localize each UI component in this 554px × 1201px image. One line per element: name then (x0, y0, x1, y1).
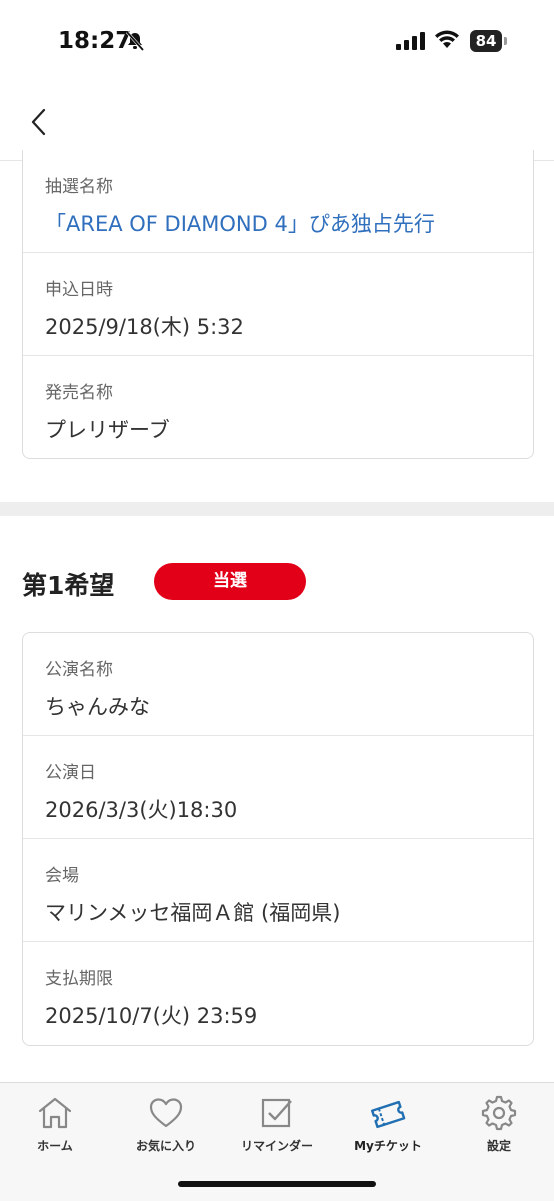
lottery-name-label: 抽選名称 (45, 177, 113, 197)
wifi-icon (434, 30, 460, 54)
battery-tip (504, 37, 507, 45)
tab-settings-label: 設定 (486, 1139, 511, 1153)
ticket-icon (371, 1100, 406, 1129)
sale-name-label: 発売名称 (45, 383, 113, 403)
choice-title: 第1希望 (22, 571, 115, 600)
application-date-row: 申込日時 2025/9/18(木) 5:32 (23, 253, 533, 356)
tab-reminder[interactable]: リマインダー (222, 1095, 332, 1155)
tab-home[interactable]: ホーム (0, 1095, 110, 1155)
tab-favorites-label: お気に入り (135, 1139, 196, 1153)
payment-deadline-row: 支払期限 2025/10/7(火) 23:59 (23, 942, 533, 1044)
performance-name-row: 公演名称 ちゃんみな (23, 633, 533, 736)
sale-name-value: プレリザーブ (45, 418, 170, 442)
tab-home-label: ホーム (37, 1139, 73, 1153)
tab-my-ticket-label: Myチケット (354, 1139, 422, 1153)
venue-row: 会場 マリンメッセ福岡Ａ館 (福岡県) (23, 839, 533, 942)
performance-name-value: ちゃんみな (45, 695, 150, 719)
lottery-name-link[interactable]: 「AREA OF DIAMOND 4」ぴあ独占先行 (45, 208, 435, 238)
silent-bell-icon (124, 30, 146, 56)
home-indicator (178, 1181, 376, 1187)
status-time: 18:27 (58, 28, 132, 54)
checkbox-icon (261, 1098, 292, 1128)
cellular-signal-icon (396, 32, 426, 54)
sale-name-row: 発売名称 プレリザーブ (23, 356, 533, 458)
venue-value: マリンメッセ福岡Ａ館 (福岡県) (45, 901, 341, 925)
performance-date-label: 公演日 (45, 763, 96, 783)
application-date-label: 申込日時 (45, 280, 113, 300)
home-icon (38, 1097, 72, 1129)
status-bar: 18:27 84 (0, 0, 554, 84)
gear-icon (481, 1095, 517, 1131)
venue-label: 会場 (45, 866, 79, 886)
lottery-name-row: 抽選名称 「AREA OF DIAMOND 4」ぴあ独占先行 (23, 150, 533, 253)
tab-my-ticket[interactable]: Myチケット (333, 1095, 443, 1155)
tab-favorites[interactable]: お気に入り (111, 1095, 221, 1155)
application-date-value: 2025/9/18(木) 5:32 (45, 315, 244, 339)
payment-deadline-label: 支払期限 (45, 969, 113, 989)
performance-date-row: 公演日 2026/3/3(火)18:30 (23, 736, 533, 839)
status-badge: 当選 (154, 563, 306, 600)
heart-icon (149, 1098, 183, 1128)
section-divider (0, 502, 554, 516)
performance-date-value: 2026/3/3(火)18:30 (45, 798, 238, 822)
lottery-info-card: 抽選名称 「AREA OF DIAMOND 4」ぴあ独占先行 申込日時 2025… (22, 150, 534, 459)
performance-info-card: 公演名称 ちゃんみな 公演日 2026/3/3(火)18:30 会場 マリンメッ… (22, 632, 534, 1046)
back-chevron-icon[interactable] (22, 104, 58, 140)
payment-deadline-value: 2025/10/7(火) 23:59 (45, 1004, 258, 1028)
tab-reminder-label: リマインダー (240, 1139, 313, 1153)
tab-settings[interactable]: 設定 (444, 1095, 554, 1155)
performance-name-label: 公演名称 (45, 660, 113, 680)
battery-icon: 84 (470, 30, 502, 52)
